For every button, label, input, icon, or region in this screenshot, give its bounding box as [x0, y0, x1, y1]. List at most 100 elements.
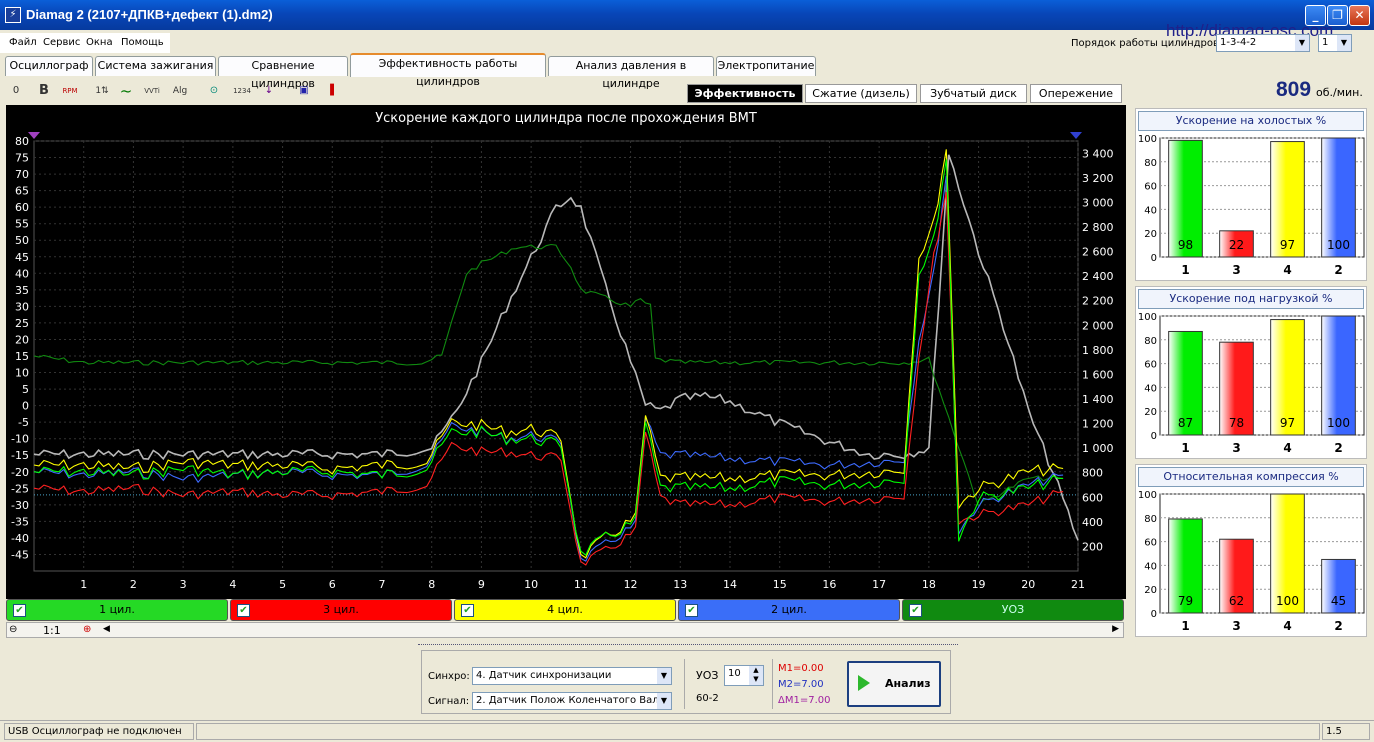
spinner-arrows-icon[interactable]: ▲ ▼ — [749, 666, 763, 685]
y-tick-label: -35 — [11, 515, 29, 528]
menu-file[interactable]: Файл — [9, 37, 37, 48]
car-icon[interactable]: ▣ — [294, 80, 314, 102]
zoom-out-icon[interactable]: ⊖ — [9, 624, 17, 635]
bar-value-label: 62 — [1229, 594, 1244, 608]
checkbox-icon[interactable]: ✔ — [461, 604, 474, 617]
bar-y-tick: 100 — [1138, 490, 1157, 501]
analyze-label: Анализ — [885, 677, 931, 690]
toolbar: 0 B RPM 1⇅ ~ VVTi Alg ⊙ 1234 ↓ ▣ ▐ — [6, 80, 346, 104]
horizontal-scrollbar[interactable]: ⊖ 1:1 ⊕ ◀ ▶ — [6, 622, 1124, 638]
zero-icon[interactable]: 0 — [6, 80, 26, 102]
signal-label: Сигнал: — [428, 696, 470, 707]
subtab-advance[interactable]: Опережение — [1030, 84, 1122, 103]
numbering-icon[interactable]: 1234 — [232, 80, 252, 102]
x-tick-label: 15 — [773, 578, 787, 591]
uoz-value: 10 — [728, 668, 741, 679]
compression-bars: 100 80 60 40 20 0 79 1 62 3 100 4 45 2 — [1138, 490, 1365, 633]
uoz-spinner[interactable]: 10 ▲ ▼ — [724, 665, 764, 686]
sync-select[interactable]: 4. Датчик синхронизации ▼ — [472, 667, 672, 685]
y-tick-label: 65 — [15, 185, 29, 198]
checkbox-icon[interactable]: ✔ — [13, 604, 26, 617]
scroll-left-icon[interactable]: ◀ — [103, 624, 110, 634]
right-marker-icon[interactable] — [1070, 132, 1082, 139]
y-tick-label: -40 — [11, 532, 29, 545]
bar-category-label: 4 — [1283, 263, 1291, 277]
zoom-in-icon[interactable]: ⊕ — [83, 624, 91, 635]
x-tick-label: 9 — [478, 578, 485, 591]
sensor-icon[interactable]: ⊙ — [204, 80, 224, 102]
status-version: 1.5 — [1322, 723, 1370, 740]
y-tick-label: 5 — [22, 383, 29, 396]
x-tick-label: 8 — [428, 578, 435, 591]
uoz-label: УОЗ — [696, 669, 719, 682]
tab-oscilloscope[interactable]: Осциллограф — [5, 56, 93, 76]
close-icon[interactable]: ✕ — [1349, 5, 1370, 26]
series-toggle-cyl3[interactable]: ✔ 3 цил. — [230, 599, 452, 621]
curve-icon[interactable]: ~ — [116, 80, 136, 102]
bar-value-label: 100 — [1327, 238, 1350, 252]
series-label: УОЗ — [1001, 603, 1025, 616]
subtab-gear-disk[interactable]: Зубчатый диск — [920, 84, 1027, 103]
tab-power[interactable]: Электропитание — [716, 56, 816, 76]
series-toggle-cyl1[interactable]: ✔ 1 цил. — [6, 599, 228, 621]
y-tick-label: 70 — [15, 168, 29, 181]
left-marker-icon[interactable] — [28, 132, 40, 139]
x-tick-label: 21 — [1071, 578, 1085, 591]
checkbox-icon[interactable]: ✔ — [909, 604, 922, 617]
y2-tick-label: 1 400 — [1082, 393, 1114, 406]
y-tick-label: 0 — [22, 400, 29, 413]
chevron-down-icon: ▼ — [657, 668, 671, 684]
tab-compare[interactable]: Сравнение цилиндров — [218, 56, 348, 90]
menu-service[interactable]: Сервис — [43, 37, 80, 48]
filter-icon[interactable]: ↓ — [259, 80, 279, 102]
chart-title: Ускорение каждого цилиндра после прохожд… — [375, 111, 757, 126]
panel-title: Относительная компрессия % — [1138, 467, 1364, 487]
menu-windows[interactable]: Окна — [86, 37, 113, 48]
firing-order-value: 1-3-4-2 — [1220, 37, 1257, 48]
bold-icon[interactable]: B — [34, 80, 54, 102]
bar-value-label: 22 — [1229, 238, 1244, 252]
y2-tick-label: 400 — [1082, 516, 1103, 529]
bar-y-tick: 20 — [1144, 229, 1157, 240]
bar-category-label: 3 — [1232, 619, 1240, 633]
checkbox-icon[interactable]: ✔ — [237, 604, 250, 617]
y2-tick-label: 1 200 — [1082, 418, 1114, 431]
y2-tick-label: 2 800 — [1082, 221, 1114, 234]
tab-efficiency[interactable]: Эффективность работы цилиндров — [350, 53, 546, 88]
signal-select[interactable]: 2. Датчик Полож Коленчатого Вал ▼ — [472, 692, 672, 710]
y-tick-label: -20 — [11, 466, 29, 479]
firing-order-select[interactable]: 1-3-4-2 ▼ — [1216, 34, 1310, 52]
tab-pressure[interactable]: Анализ давления в цилиндре — [548, 56, 714, 90]
tab-ignition[interactable]: Система зажигания — [95, 56, 216, 76]
cylinder-select[interactable]: 1 ▼ — [1318, 34, 1352, 52]
bar-value-label: 97 — [1280, 238, 1295, 252]
chevron-down-icon: ▼ — [1337, 35, 1351, 51]
bar-value-label: 45 — [1331, 594, 1346, 608]
x-tick-label: 19 — [972, 578, 986, 591]
y2-tick-label: 1 000 — [1082, 442, 1114, 455]
acceleration-chart[interactable]: Ускорение каждого цилиндра после прохожд… — [6, 105, 1126, 599]
bar-category-label: 4 — [1283, 441, 1291, 455]
analyze-button[interactable]: Анализ — [847, 661, 941, 707]
algorithm-icon[interactable]: Alg — [170, 80, 190, 102]
sort-icon[interactable]: 1⇅ — [92, 80, 112, 102]
bar-y-tick: 40 — [1144, 383, 1157, 394]
bar-y-tick: 60 — [1144, 182, 1157, 193]
subtab-compression[interactable]: Сжатие (дизель) — [805, 84, 917, 103]
series-toggle-cyl2[interactable]: ✔ 2 цил. — [678, 599, 900, 621]
menu-help[interactable]: Помощь — [121, 37, 164, 48]
bar-chart-icon[interactable]: ▐ — [320, 80, 340, 102]
rpm-icon[interactable]: RPM — [60, 80, 80, 102]
checkbox-icon[interactable]: ✔ — [685, 604, 698, 617]
vvti-icon[interactable]: VVTi — [142, 80, 162, 102]
series-toggle-cyl4[interactable]: ✔ 4 цил. — [454, 599, 676, 621]
splitter[interactable] — [418, 644, 958, 648]
series-toggle-uoz[interactable]: ✔ УОЗ — [902, 599, 1124, 621]
bar-category-label: 3 — [1232, 441, 1240, 455]
marker-m1: M1=0.00 — [778, 663, 824, 674]
scroll-right-icon[interactable]: ▶ — [1112, 624, 1119, 634]
zoom-level: 1:1 — [43, 624, 61, 637]
subtab-efficiency[interactable]: Эффективность — [687, 84, 803, 103]
bar-value-label: 78 — [1229, 416, 1244, 430]
teeth-value: 60-2 — [696, 693, 719, 704]
